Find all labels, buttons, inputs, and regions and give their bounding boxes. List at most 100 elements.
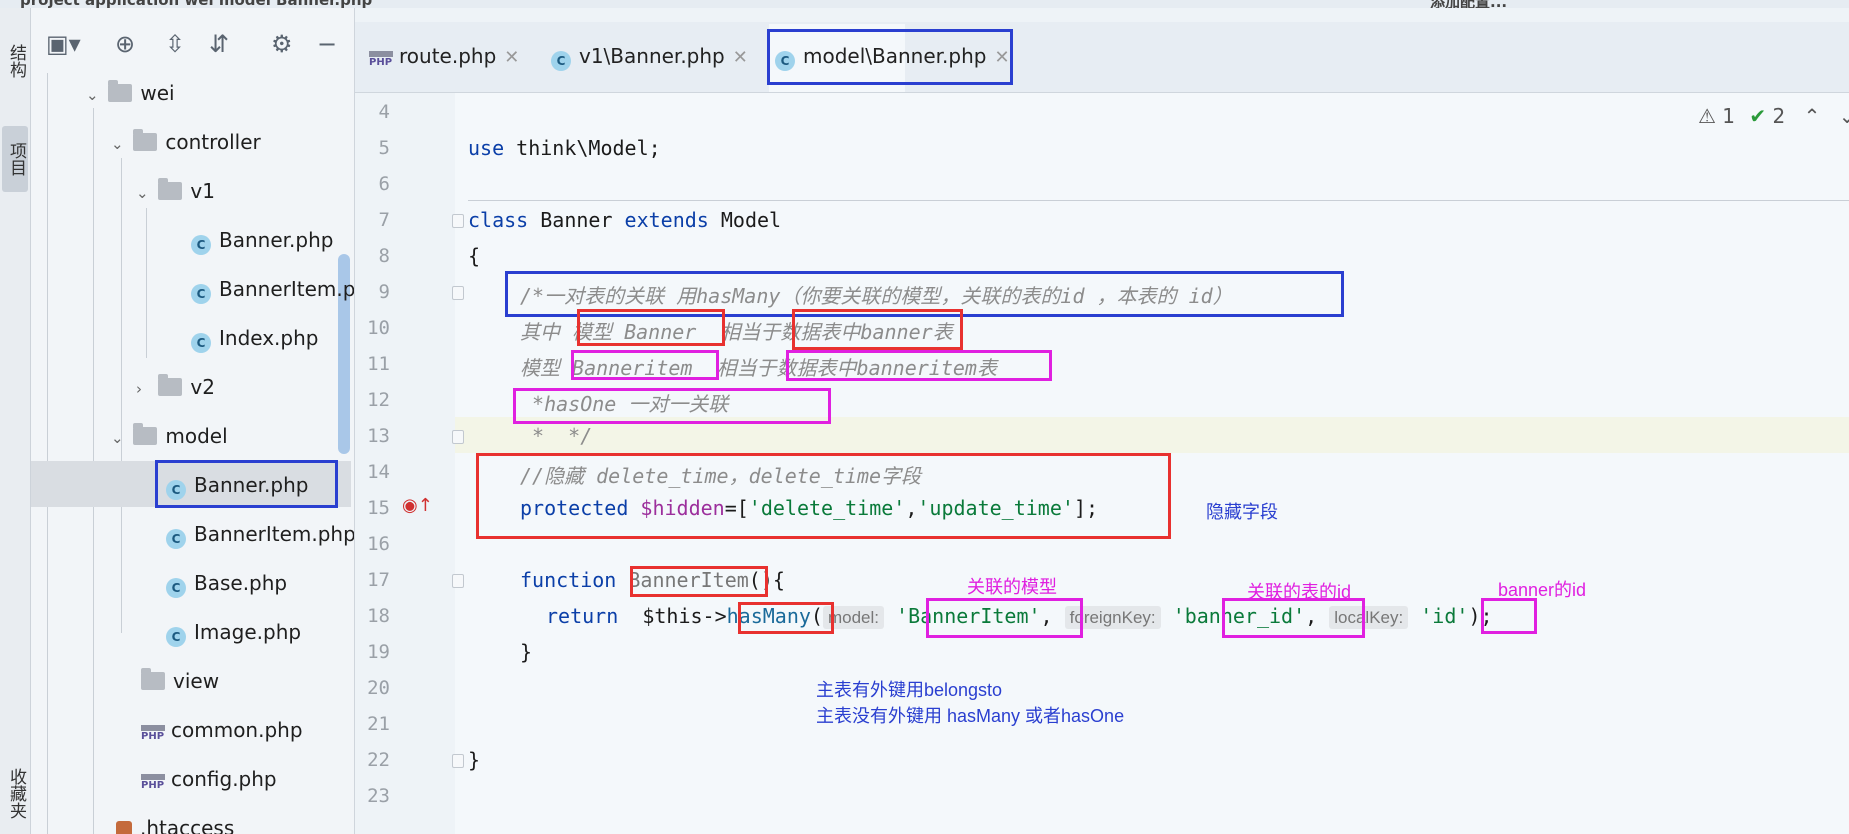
chevron-right-icon: ›	[136, 380, 142, 398]
line-number: 5	[378, 137, 390, 159]
line-number: 13	[367, 425, 390, 447]
code-line: }	[520, 640, 533, 664]
class-icon: C	[166, 578, 186, 598]
annotation-box-magenta	[571, 350, 719, 380]
tree-folder-view[interactable]: view	[141, 661, 219, 701]
fold-marker[interactable]	[452, 754, 464, 768]
annotation-box-red	[577, 309, 725, 346]
folder-icon	[158, 374, 183, 396]
annotation-box-magenta	[926, 598, 1083, 638]
tree-file-index[interactable]: C Index.php	[191, 318, 318, 358]
gear-icon[interactable]: ⚙	[271, 26, 293, 62]
tab-route-php[interactable]: PHP route.php ✕	[369, 36, 519, 76]
chevron-down-icon: ⌄	[111, 429, 124, 447]
tree-file-banner-controller[interactable]: C Banner.php	[191, 220, 333, 260]
folder-icon	[158, 178, 183, 200]
locate-icon[interactable]: ⊕	[115, 26, 135, 62]
project-toolbar: ▣▾ ⊕ ⇳ ⇵ ⚙ −	[31, 26, 354, 66]
php-file-icon: PHP	[141, 725, 165, 743]
expand-all-icon[interactable]: ⇳	[165, 26, 185, 62]
line-number: 12	[367, 389, 390, 411]
folder-icon	[133, 423, 158, 445]
annotation-box-red	[476, 453, 1171, 539]
annotation-box-red	[792, 309, 963, 350]
fold-marker[interactable]	[452, 574, 464, 588]
fold-marker[interactable]	[452, 430, 464, 444]
class-icon: C	[191, 333, 211, 353]
fold-marker[interactable]	[452, 286, 464, 300]
inspection-widget[interactable]: ⚠ 1 ✔ 2 ⌃ ⌄	[1698, 104, 1849, 128]
line-number: 15	[367, 497, 390, 519]
annotation-text: 主表有外键用belongsto	[816, 680, 1003, 700]
chevron-up-icon[interactable]: ⌃	[1804, 104, 1821, 128]
chevron-down-icon: ⌄	[136, 184, 149, 202]
tree-file-image[interactable]: C Image.php	[166, 612, 301, 652]
collapse-all-icon[interactable]: ⇵	[209, 26, 229, 62]
highlight-box-active-tab	[767, 29, 1013, 85]
navigation-bar: project application wei model Banner.php…	[0, 0, 1849, 8]
tree-file-config[interactable]: PHP config.php	[141, 759, 277, 799]
breadcrumb[interactable]: project application wei model Banner.php	[20, 0, 372, 8]
annotation-text: banner的id	[1498, 580, 1587, 600]
tree-folder-wei[interactable]: ⌄ wei	[86, 73, 175, 113]
code-line: }	[468, 748, 481, 772]
line-number: 9	[378, 281, 390, 303]
close-icon[interactable]: ✕	[504, 47, 519, 68]
folder-icon	[141, 668, 165, 690]
favorites-tool-button[interactable]: 收藏夹	[4, 768, 29, 819]
annotation-box-red	[738, 602, 834, 634]
annotation-text: 主表没有外键用 hasMany 或者hasOne	[816, 706, 1125, 726]
view-mode-icon[interactable]: ▣▾	[46, 26, 81, 62]
override-icon[interactable]: ◉↑	[402, 495, 433, 516]
project-panel: ▣▾ ⊕ ⇳ ⇵ ⚙ − ⌄ wei ⌄ controller ⌄ v1 C Ba…	[31, 8, 355, 834]
checkmark-icon: ✔	[1749, 104, 1767, 128]
tree-file-common[interactable]: PHP common.php	[141, 710, 303, 750]
php-file-icon: PHP	[369, 51, 393, 69]
class-icon: C	[166, 627, 186, 647]
tree-folder-v1[interactable]: ⌄ v1	[136, 171, 215, 211]
line-number: 6	[378, 173, 390, 195]
tree-file-banneritem-model[interactable]: C BannerItem.php	[166, 514, 354, 554]
code-comment: * */	[520, 424, 593, 448]
chevron-down-icon[interactable]: ⌄	[1839, 104, 1849, 128]
method-separator	[468, 200, 1849, 201]
annotation-box-magenta	[513, 388, 831, 424]
line-number: 23	[367, 785, 390, 807]
editor-tab-bar: PHP route.php ✕ Cv1\Banner.php ✕ Cmodel\Ban…	[355, 22, 1849, 93]
code-line: {	[468, 244, 481, 268]
class-icon: C	[551, 51, 571, 71]
line-number: 19	[367, 641, 390, 663]
line-number: 4	[378, 101, 390, 123]
line-number: 16	[367, 533, 390, 555]
annotation-text: 关联的模型	[967, 577, 1057, 597]
chevron-down-icon: ⌄	[86, 86, 99, 104]
chevron-down-icon: ⌄	[111, 135, 124, 153]
line-number: 14	[367, 461, 390, 483]
tab-v1-banner[interactable]: Cv1\Banner.php ✕	[551, 36, 748, 76]
line-number: 18	[367, 605, 390, 627]
tree-file-banneritem-controller[interactable]: CBannerItem.php	[191, 269, 354, 309]
close-icon[interactable]: ✕	[733, 47, 748, 68]
structure-tool-button[interactable]: 结构	[4, 44, 29, 78]
tree-file-htaccess[interactable]: .htaccess	[116, 808, 234, 834]
class-icon: C	[191, 284, 211, 304]
tree-file-base[interactable]: C Base.php	[166, 563, 287, 603]
folder-icon	[133, 129, 158, 151]
project-tool-button[interactable]: 项目	[4, 142, 29, 176]
fold-marker[interactable]	[452, 214, 464, 228]
class-icon: C	[191, 235, 211, 255]
line-number: 7	[378, 209, 390, 231]
tree-folder-controller[interactable]: ⌄ controller	[111, 122, 261, 162]
annotation-box-magenta	[1222, 598, 1365, 638]
tool-window-strip: 结构 项目 收藏夹	[0, 8, 31, 834]
minimize-icon[interactable]: −	[317, 26, 337, 62]
line-number: 17	[367, 569, 390, 591]
annotation-text: 隐藏字段	[1206, 502, 1278, 522]
config-file-icon	[116, 821, 132, 834]
tree-folder-v2[interactable]: › v2	[136, 367, 215, 407]
line-number: 20	[367, 677, 390, 699]
run-config-button[interactable]: 添加配置...	[1430, 0, 1507, 8]
line-number: 11	[367, 353, 390, 375]
tree-folder-model[interactable]: ⌄ model	[111, 416, 228, 456]
class-icon: C	[166, 529, 186, 549]
